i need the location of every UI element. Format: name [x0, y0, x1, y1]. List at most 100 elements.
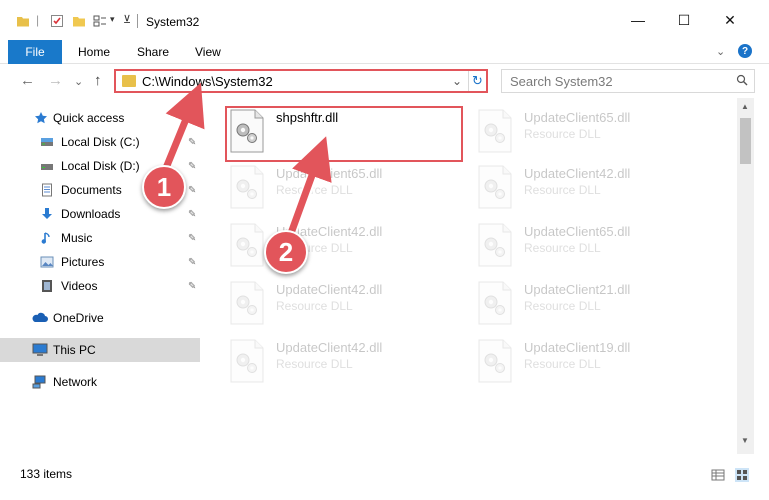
maximize-icon: ☐ [677, 11, 691, 28]
sidebar-item-videos[interactable]: Videos ✎ [0, 274, 200, 298]
computer-icon [32, 343, 48, 356]
file-type: Resource DLL [524, 241, 601, 255]
step-1-badge: 1 [142, 165, 186, 209]
file-tile[interactable]: UpdateClient21.dll Resource DLL [476, 280, 716, 336]
pin-icon[interactable]: ✎ [188, 185, 196, 196]
help-icon[interactable]: ? [738, 44, 752, 58]
file-name: UpdateClient42.dll [276, 282, 383, 297]
file-name: UpdateClient19.dll [524, 340, 631, 355]
sidebar-item-quick-access[interactable]: Quick access [0, 106, 200, 130]
title-divider [137, 14, 138, 28]
download-icon [42, 208, 52, 219]
dll-file-icon [478, 109, 512, 153]
dll-file-icon [478, 281, 512, 325]
sidebar-item-pictures[interactable]: Pictures ✎ [0, 250, 200, 274]
sidebar-item-music[interactable]: Music ✎ [0, 226, 200, 250]
file-name: UpdateClient42.dll [524, 166, 631, 181]
back-icon[interactable]: ← [20, 72, 35, 89]
tab-home[interactable]: Home [78, 45, 110, 59]
drive-icon [41, 138, 53, 146]
details-view-icon[interactable] [711, 468, 725, 482]
customize-toolbar-icon[interactable] [93, 14, 107, 28]
file-type: Resource DLL [524, 183, 601, 197]
pin-icon[interactable]: ✎ [188, 233, 196, 244]
tab-share[interactable]: Share [137, 45, 169, 59]
expand-ribbon-icon[interactable]: ⌄ [716, 45, 725, 58]
vertical-scrollbar[interactable]: ▲ ▼ [737, 98, 754, 454]
large-icons-view-icon[interactable] [735, 468, 749, 482]
pictures-icon [40, 256, 54, 268]
dll-file-icon [230, 223, 264, 267]
chevron-down-icon[interactable]: ⌄ [452, 74, 462, 88]
sidebar-item-label: Network [53, 375, 98, 389]
title-separator: | [36, 13, 40, 27]
music-icon [41, 232, 50, 244]
sidebar-item-this-pc[interactable]: This PC [0, 338, 200, 362]
pin-icon[interactable]: ✎ [188, 209, 196, 220]
folder-icon[interactable] [16, 14, 30, 28]
close-button[interactable]: ✕ [707, 0, 753, 40]
dll-file-icon [478, 339, 512, 383]
file-name: UpdateClient65.dll [524, 224, 631, 239]
sidebar-item-label: Local Disk (D:) [61, 159, 140, 173]
recent-locations-icon[interactable]: ⌄ [74, 75, 83, 88]
new-folder-icon[interactable] [72, 14, 86, 28]
file-tile[interactable]: UpdateClient42.dll Resource DLL [476, 164, 716, 220]
status-bar: 133 items [0, 454, 769, 494]
maximize-button[interactable]: ☐ [661, 0, 707, 40]
folder-icon [122, 75, 136, 87]
properties-icon[interactable] [50, 14, 64, 28]
tab-view[interactable]: View [195, 45, 221, 59]
window-title: System32 [146, 15, 200, 29]
scrollbar-thumb[interactable] [740, 118, 751, 164]
scroll-up-icon[interactable]: ▲ [741, 102, 749, 111]
sidebar-item-label: Local Disk (C:) [61, 135, 140, 149]
file-type: Resource DLL [276, 183, 353, 197]
sidebar-item-label: Videos [61, 279, 98, 293]
title-bar: | ▾ ⊻ System32 — ☐ ✕ [0, 0, 769, 40]
dll-file-icon [230, 281, 264, 325]
file-tile[interactable]: UpdateClient42.dll Resource DLL [228, 338, 468, 394]
sidebar-item-local-disk-c[interactable]: Local Disk (C:) ✎ [0, 130, 200, 154]
dll-file-icon [230, 165, 264, 209]
sidebar-item-network[interactable]: Network [0, 370, 200, 394]
minimize-button[interactable]: — [615, 0, 661, 40]
pin-icon[interactable]: ✎ [188, 161, 196, 172]
file-name: UpdateClient65.dll [276, 166, 383, 181]
minimize-icon: — [631, 12, 645, 28]
address-bar[interactable]: C:\Windows\System32 ⌄ ↻ [114, 69, 488, 93]
file-tile[interactable]: UpdateClient42.dll Resource DLL [228, 280, 468, 336]
pin-icon[interactable]: ✎ [188, 137, 196, 148]
drive-icon [41, 164, 53, 170]
tab-file[interactable]: File [8, 40, 62, 64]
file-type: Resource DLL [524, 357, 601, 371]
dll-file-icon [478, 165, 512, 209]
file-tile[interactable]: UpdateClient65.dll Resource DLL [476, 108, 716, 164]
search-icon [736, 74, 748, 86]
file-name: UpdateClient21.dll [524, 282, 631, 297]
file-tile[interactable]: UpdateClient65.dll Resource DLL [476, 222, 716, 278]
file-type: Resource DLL [276, 299, 353, 313]
file-tile[interactable]: UpdateClient65.dll Resource DLL [228, 164, 468, 220]
dll-file-icon [478, 223, 512, 267]
dll-file-icon [230, 339, 264, 383]
search-box[interactable]: Search System32 [501, 69, 755, 93]
ribbon-tabs: File Home Share View ⌄ [0, 40, 769, 64]
pin-icon[interactable]: ✎ [188, 257, 196, 268]
file-name: UpdateClient65.dll [524, 110, 631, 125]
file-type: Resource DLL [524, 127, 601, 141]
up-icon[interactable]: ↑ [94, 72, 102, 89]
star-icon [35, 112, 47, 124]
pin-icon[interactable]: ✎ [188, 281, 196, 292]
quick-access-menu-icon[interactable]: ⊻ [123, 13, 131, 26]
file-tile[interactable]: UpdateClient19.dll Resource DLL [476, 338, 716, 394]
address-path: C:\Windows\System32 [142, 74, 273, 89]
sidebar-item-onedrive[interactable]: OneDrive [0, 306, 200, 330]
quick-access-dropdown-icon[interactable]: ▾ [110, 14, 115, 25]
file-explorer-window: | ▾ ⊻ System32 — ☐ ✕ File Home Share Vie… [0, 0, 769, 500]
forward-icon[interactable]: → [48, 72, 63, 89]
refresh-icon[interactable]: ↻ [472, 73, 483, 89]
scroll-down-icon[interactable]: ▼ [741, 436, 749, 445]
search-input[interactable]: Search System32 [510, 74, 613, 89]
sidebar-item-label: This PC [53, 343, 96, 357]
